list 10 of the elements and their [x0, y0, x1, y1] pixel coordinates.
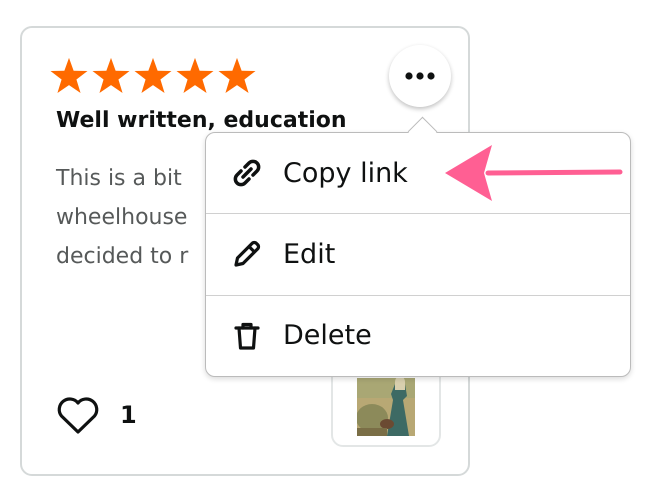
menu-item[interactable]: Copy link — [206, 133, 630, 214]
heart-icon[interactable] — [56, 395, 100, 435]
like-count: 1 — [120, 401, 137, 429]
menu-item[interactable]: Edit — [206, 213, 630, 295]
review-title: Well written, education — [56, 109, 347, 133]
ellipsis-icon — [405, 72, 435, 80]
more-options-button[interactable] — [389, 45, 451, 107]
review-text: This is a bit wheelhouse decided to r — [56, 165, 188, 271]
link-icon — [231, 157, 263, 190]
menu-item[interactable]: Delete — [206, 294, 630, 376]
